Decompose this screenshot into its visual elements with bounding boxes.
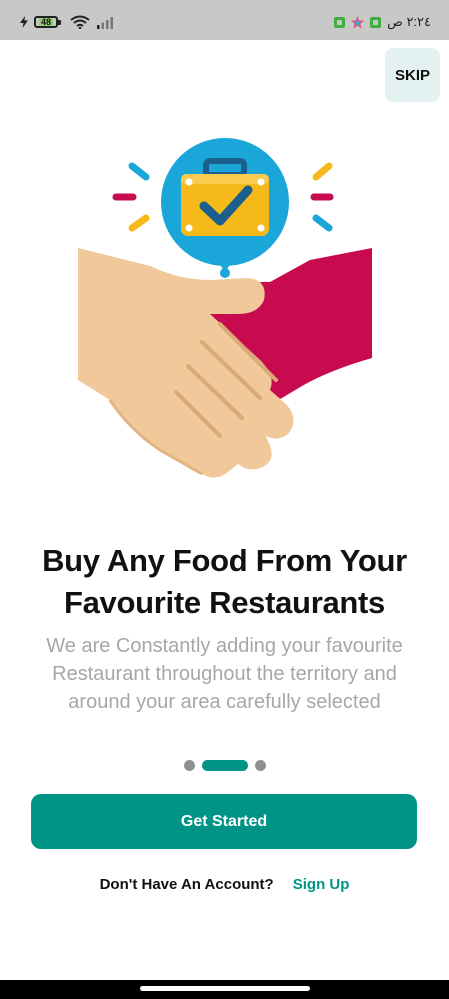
charging-bolt-icon bbox=[20, 16, 28, 28]
description-line: We are Constantly adding your favourite bbox=[46, 635, 403, 657]
account-question: Don't Have An Account? bbox=[99, 876, 274, 893]
sparkle-rays-right-icon bbox=[310, 162, 334, 232]
notification-icon bbox=[334, 16, 346, 28]
home-indicator[interactable] bbox=[140, 986, 310, 991]
status-right: ٢:٢٤ ص bbox=[334, 12, 431, 32]
wifi-icon bbox=[70, 15, 90, 29]
sparkle-rays-left-icon bbox=[112, 162, 150, 232]
onboarding-title: Buy Any Food From Your Favourite Restaur… bbox=[10, 540, 439, 624]
notification-icon bbox=[370, 16, 382, 28]
battery-level: 48 bbox=[38, 17, 53, 27]
battery-icon: 48 bbox=[34, 16, 61, 28]
page-dot[interactable] bbox=[183, 760, 195, 771]
clock: ٢:٢٤ ص bbox=[387, 14, 431, 29]
page-indicator bbox=[0, 760, 449, 771]
get-started-button[interactable]: Get Started bbox=[31, 794, 417, 849]
page-dot[interactable] bbox=[254, 760, 266, 771]
status-bar: 48 ٢:٢٤ ص bbox=[0, 0, 449, 40]
signal-icon bbox=[97, 17, 113, 29]
description-line: Restaurant throughout the territory and bbox=[52, 663, 397, 685]
briefcase-bubble-icon bbox=[161, 138, 289, 278]
title-line: Favourite Restaurants bbox=[63, 585, 386, 620]
title-line: Buy Any Food From Your bbox=[42, 543, 407, 578]
page-dot-active[interactable] bbox=[201, 760, 248, 771]
app-star-icon bbox=[351, 15, 365, 28]
handshake-briefcase-illustration bbox=[78, 138, 372, 478]
skip-button[interactable]: SKIP bbox=[385, 48, 440, 102]
status-left: 48 bbox=[20, 13, 116, 31]
description-line: around your area carefully selected bbox=[68, 691, 381, 713]
onboarding-description: We are Constantly adding your favourite … bbox=[14, 632, 435, 716]
onboarding-screen: 48 ٢:٢٤ ص SKIP Buy Any Food From Your Fa… bbox=[0, 0, 449, 999]
signup-prompt: Don't Have An Account? Sign Up bbox=[0, 876, 449, 893]
sign-up-link[interactable]: Sign Up bbox=[293, 876, 350, 893]
